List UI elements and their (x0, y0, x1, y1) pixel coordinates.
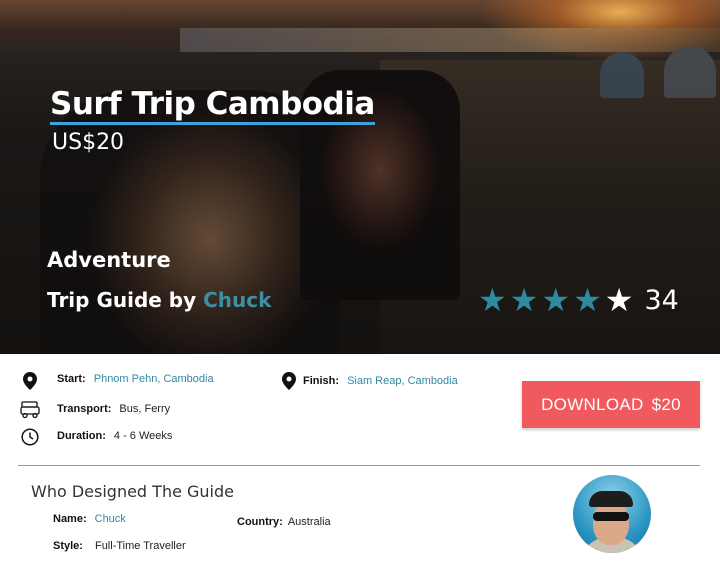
designer-heading: Who Designed The Guide (31, 482, 234, 501)
star-rating: ★ ★ ★ ★ ★ 34 (478, 282, 679, 318)
designer-style-value: Full-Time Traveller (94, 540, 186, 552)
duration-value: 4 - 6 Weeks (113, 430, 173, 442)
designer-country-label: Country: (237, 516, 283, 528)
star-filled-icon: ★ (573, 281, 602, 319)
transport-row: Transport: Bus, Ferry (57, 403, 170, 415)
star-filled-icon: ★ (478, 281, 507, 319)
designer-name-label: Name: (53, 513, 87, 525)
map-pin-icon (23, 372, 37, 390)
avatar[interactable] (573, 475, 651, 553)
guide-by-label: Trip Guide by (47, 288, 197, 312)
download-price: $20 (651, 394, 681, 414)
avatar-face (593, 501, 629, 545)
rating-count: 34 (644, 284, 679, 316)
trip-category: Adventure (47, 248, 171, 272)
star-filled-icon: ★ (509, 281, 539, 319)
finish-label: Finish: (303, 375, 340, 387)
download-button[interactable]: DOWNLOAD $20 (522, 381, 700, 428)
hero-banner: Surf Trip Cambodia US$20 Adventure Trip … (0, 0, 720, 354)
vehicle-icon (20, 401, 40, 419)
trip-guide-author: Trip Guide by Chuck (47, 288, 271, 312)
duration-label: Duration: (57, 430, 106, 442)
designer-name-link[interactable]: Chuck (95, 513, 126, 525)
start-row: Start: Phnom Pehn, Cambodia (57, 373, 214, 385)
author-link[interactable]: Chuck (203, 288, 271, 312)
transport-label: Transport: (57, 403, 112, 415)
trip-price: US$20 (52, 130, 125, 155)
designer-style-label: Style: (53, 540, 83, 552)
finish-location-link[interactable]: Siam Reap, Cambodia (347, 375, 458, 387)
start-location-link[interactable]: Phnom Pehn, Cambodia (94, 373, 214, 385)
start-label: Start: (57, 373, 86, 385)
trip-title[interactable]: Surf Trip Cambodia (50, 86, 375, 125)
clock-icon (21, 428, 39, 446)
designer-style-row: Style: Full-Time Traveller (53, 540, 186, 552)
avatar-cap (589, 491, 633, 507)
finish-row: Finish: Siam Reap, Cambodia (303, 375, 458, 387)
star-empty-icon: ★ (604, 281, 634, 319)
star-filled-icon: ★ (541, 281, 571, 319)
transport-value: Bus, Ferry (119, 403, 171, 415)
designer-country-value: Australia (287, 516, 331, 528)
duration-row: Duration: 4 - 6 Weeks (57, 430, 172, 442)
designer-country-row: Country: Australia (237, 516, 331, 528)
section-divider (18, 465, 700, 466)
designer-name-row: Name: Chuck (53, 513, 126, 525)
download-label: DOWNLOAD (541, 394, 644, 414)
avatar-sunglasses (593, 512, 629, 521)
map-pin-icon (282, 372, 296, 390)
